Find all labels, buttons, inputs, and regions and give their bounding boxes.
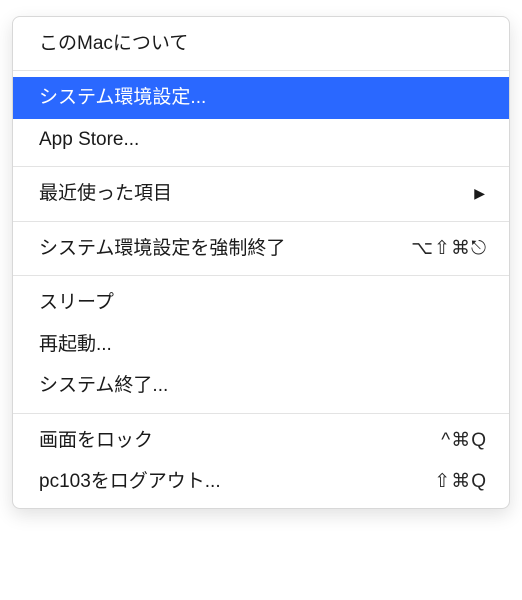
- menu-item-logout[interactable]: pc103をログアウト... ⇧⌘Q: [13, 461, 509, 502]
- menu-separator: [13, 413, 509, 414]
- apple-menu: このMacについて システム環境設定... App Store... 最近使った…: [12, 16, 510, 509]
- menu-item-lock-screen[interactable]: 画面をロック ^⌘Q: [13, 420, 509, 461]
- menu-separator: [13, 221, 509, 222]
- menu-item-label: スリープ: [39, 288, 487, 317]
- menu-item-label: 再起動...: [39, 330, 487, 359]
- menu-item-shortcut: ⇧⌘Q: [434, 467, 487, 496]
- menu-item-restart[interactable]: 再起動...: [13, 324, 509, 365]
- menu-item-label: システム環境設定...: [39, 83, 487, 112]
- menu-separator: [13, 275, 509, 276]
- menu-item-recent-items[interactable]: 最近使った項目 ▶: [13, 173, 509, 214]
- menu-item-label: pc103をログアウト...: [39, 467, 434, 496]
- menu-item-app-store[interactable]: App Store...: [13, 119, 509, 160]
- submenu-arrow-icon: ▶: [474, 183, 485, 205]
- menu-item-shortcut: ⌥⇧⌘⎋: [411, 234, 487, 263]
- menu-separator: [13, 166, 509, 167]
- menu-item-shortcut: ^⌘Q: [441, 426, 487, 455]
- menu-item-label: 最近使った項目: [39, 179, 474, 208]
- menu-item-shutdown[interactable]: システム終了...: [13, 365, 509, 406]
- menu-item-label: システム環境設定を強制終了: [39, 234, 411, 263]
- menu-item-sleep[interactable]: スリープ: [13, 282, 509, 323]
- menu-item-force-quit[interactable]: システム環境設定を強制終了 ⌥⇧⌘⎋: [13, 228, 509, 269]
- menu-item-label: App Store...: [39, 125, 487, 154]
- menu-item-system-preferences[interactable]: システム環境設定...: [13, 77, 509, 118]
- menu-separator: [13, 70, 509, 71]
- menu-item-label: このMacについて: [39, 29, 487, 58]
- menu-item-about-this-mac[interactable]: このMacについて: [13, 23, 509, 64]
- menu-item-label: システム終了...: [39, 371, 487, 400]
- menu-item-label: 画面をロック: [39, 426, 441, 455]
